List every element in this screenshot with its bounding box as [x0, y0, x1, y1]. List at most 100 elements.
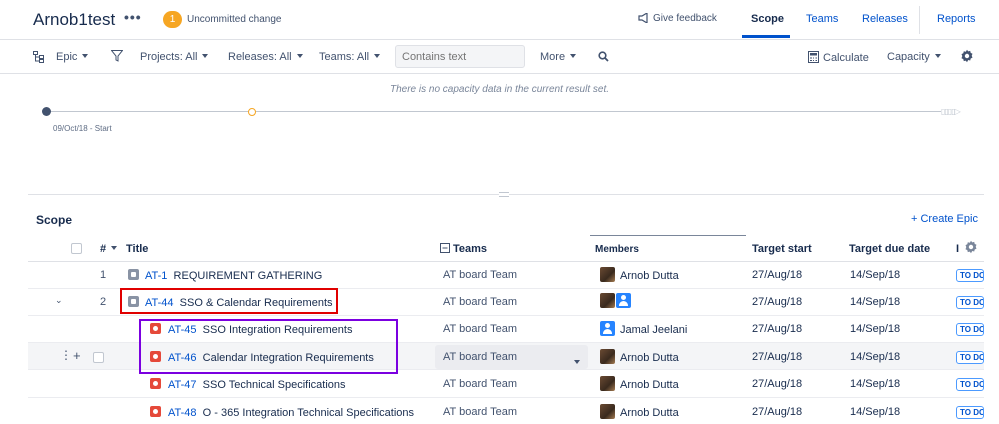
tab-scope[interactable]: Scope [751, 13, 784, 25]
tab-releases[interactable]: Releases [862, 13, 908, 25]
chevron-down-icon [574, 355, 580, 369]
members-cell[interactable]: Arnob Dutta [600, 267, 679, 282]
avatar [600, 267, 615, 282]
resize-handle[interactable] [499, 192, 509, 197]
status-badge: TO DO [956, 296, 984, 309]
search-input[interactable] [395, 45, 525, 68]
capacity-dropdown[interactable]: Capacity [887, 51, 941, 63]
projects-filter[interactable]: Projects: All [140, 51, 209, 63]
issue-title[interactable]: SSO Technical Specifications [203, 379, 346, 391]
filter-icon [110, 50, 124, 65]
user-avatar-icon [600, 321, 615, 336]
search-icon[interactable] [598, 51, 609, 65]
gear-icon[interactable] [960, 49, 974, 66]
timeline-today-marker[interactable] [248, 108, 256, 116]
more-filters-label: More [540, 51, 566, 63]
more-actions-button[interactable]: ••• [124, 9, 142, 25]
target-due-cell[interactable]: 14/Sep/18 [850, 351, 900, 363]
column-header-status[interactable]: I [956, 243, 959, 255]
members-cell[interactable] [600, 293, 636, 308]
timeline-end-marker: ▯▯▯▯▷ [941, 107, 961, 116]
column-header-title[interactable]: Title [126, 243, 148, 255]
issue-key-link[interactable]: AT-1 [145, 270, 167, 282]
annotation-highlight-red [120, 288, 338, 314]
members-cell[interactable]: Arnob Dutta [600, 404, 679, 419]
calculate-button[interactable]: Calculate [808, 51, 869, 64]
team-cell[interactable]: AT board Team [443, 269, 517, 281]
teams-filter[interactable]: Teams: All [319, 51, 381, 63]
collapse-column-icon[interactable] [440, 243, 450, 253]
story-icon [150, 378, 161, 389]
issue-key-link[interactable]: AT-47 [168, 379, 197, 391]
target-due-cell[interactable]: 14/Sep/18 [850, 378, 900, 390]
uncommitted-changes-link[interactable]: Uncommitted change [187, 14, 282, 25]
timeline-start-label: 09/Oct/18 - Start [53, 124, 112, 133]
members-cell[interactable]: Jamal Jeelani [600, 321, 687, 336]
column-header-target-due[interactable]: Target due date [849, 243, 930, 255]
column-header-num[interactable]: # [100, 243, 118, 255]
members-cell[interactable]: Arnob Dutta [600, 376, 679, 391]
member-name: Arnob Dutta [620, 407, 679, 419]
issue-title[interactable]: REQUIREMENT GATHERING [174, 270, 323, 282]
drag-handle-icon[interactable]: ⋮ [60, 348, 72, 362]
chevron-down-icon [202, 54, 209, 58]
team-cell[interactable]: AT board Team [443, 406, 517, 418]
user-avatar-icon [616, 293, 631, 308]
status-badge: TO DO [956, 269, 984, 282]
uncommitted-count-badge[interactable]: 1 [163, 11, 182, 28]
column-header-target-start[interactable]: Target start [752, 243, 812, 255]
create-epic-button[interactable]: + Create Epic [911, 213, 978, 225]
target-start-cell[interactable]: 27/Aug/18 [752, 269, 802, 281]
issue-title[interactable]: O - 365 Integration Technical Specificat… [203, 407, 414, 419]
team-cell[interactable]: AT board Team [443, 296, 517, 308]
issue-key-link[interactable]: AT-48 [168, 407, 197, 419]
timeline-start-marker[interactable] [42, 107, 51, 116]
target-start-cell[interactable]: 27/Aug/18 [752, 296, 802, 308]
releases-filter[interactable]: Releases: All [228, 51, 303, 63]
plan-title: Arnob1test [33, 10, 116, 29]
target-due-cell[interactable]: 14/Sep/18 [850, 269, 900, 281]
chevron-down-icon [82, 54, 89, 58]
story-icon [150, 406, 161, 417]
column-header-members[interactable]: Members [595, 244, 639, 255]
target-start-cell[interactable]: 27/Aug/18 [752, 323, 802, 335]
avatar [600, 349, 615, 364]
no-capacity-message: There is no capacity data in the current… [390, 84, 609, 95]
chevron-down-icon [296, 54, 303, 58]
give-feedback-button[interactable]: Give feedback [638, 11, 717, 25]
column-header-teams[interactable]: Teams [440, 243, 487, 255]
add-child-icon[interactable]: + [73, 348, 81, 363]
team-cell[interactable]: AT board Team [443, 378, 517, 390]
chevron-down-icon [934, 54, 941, 58]
avatar [600, 376, 615, 391]
sort-caret-icon [111, 246, 118, 250]
target-due-cell[interactable]: 14/Sep/18 [850, 323, 900, 335]
members-cell[interactable]: Arnob Dutta [600, 349, 679, 364]
avatar [600, 404, 615, 419]
timeline-track [46, 111, 941, 112]
target-due-cell[interactable]: 14/Sep/18 [850, 296, 900, 308]
tab-teams[interactable]: Teams [806, 13, 838, 25]
target-start-cell[interactable]: 27/Aug/18 [752, 351, 802, 363]
status-badge: TO DO [956, 406, 984, 419]
member-name: Arnob Dutta [620, 379, 679, 391]
team-cell[interactable]: AT board Team [443, 323, 517, 335]
column-teams-label: Teams [453, 243, 488, 255]
more-filters-dropdown[interactable]: More [540, 51, 577, 63]
target-due-cell[interactable]: 14/Sep/18 [850, 406, 900, 418]
status-badge: TO DO [956, 378, 984, 391]
capacity-label: Capacity [887, 51, 930, 63]
row-checkbox[interactable] [93, 352, 104, 363]
give-feedback-label: Give feedback [653, 13, 717, 24]
teams-filter-label: Teams: All [319, 51, 370, 63]
select-all-checkbox[interactable] [71, 243, 82, 254]
target-start-cell[interactable]: 27/Aug/18 [752, 378, 802, 390]
issue-title-cell: AT-1 REQUIREMENT GATHERING [128, 269, 322, 282]
tab-reports[interactable]: Reports [937, 13, 976, 25]
column-num-label: # [100, 243, 107, 255]
active-tab-indicator [742, 35, 790, 38]
target-start-cell[interactable]: 27/Aug/18 [752, 406, 802, 418]
column-settings-gear-icon[interactable] [964, 240, 978, 257]
hierarchy-dropdown[interactable]: Epic [56, 51, 89, 63]
chevron-down-icon[interactable]: ⌄ [55, 295, 63, 306]
